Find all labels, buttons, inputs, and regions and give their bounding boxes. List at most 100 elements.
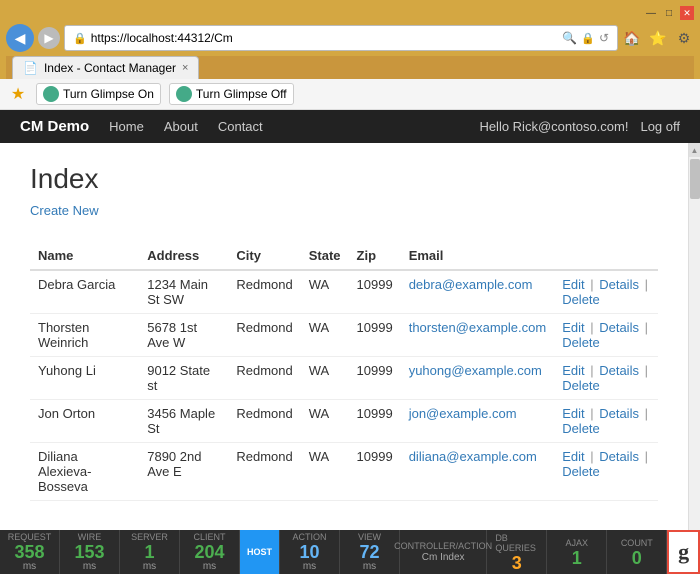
cell-address: 5678 1st Ave W <box>139 314 228 357</box>
action-value: 10 <box>299 543 319 561</box>
cell-name: Yuhong Li <box>30 357 139 400</box>
db-value: 3 <box>512 554 522 572</box>
address-bar[interactable]: 🔒 🔍 🔒 ↺ <box>64 25 618 51</box>
cell-state: WA <box>301 314 349 357</box>
star-icon[interactable]: ⭐ <box>648 28 668 48</box>
create-new-link[interactable]: Create New <box>30 203 99 218</box>
cell-name: Diliana Alexieva-Bosseva <box>30 443 139 501</box>
cell-zip: 10999 <box>349 314 401 357</box>
sep2: | <box>645 449 648 464</box>
cell-address: 3456 Maple St <box>139 400 228 443</box>
sep2: | <box>645 406 648 421</box>
server-value: 1 <box>144 543 154 561</box>
sep1: | <box>590 320 597 335</box>
app-brand: CM Demo <box>20 118 89 135</box>
details-link[interactable]: Details <box>599 363 639 378</box>
edit-link[interactable]: Edit <box>562 449 584 464</box>
delete-link[interactable]: Delete <box>562 292 600 307</box>
glimpse-on-button[interactable]: Turn Glimpse On <box>36 83 161 105</box>
delete-link[interactable]: Delete <box>562 464 600 479</box>
details-link[interactable]: Details <box>599 277 639 292</box>
action-stat: Action 10 ms <box>280 530 340 574</box>
details-link[interactable]: Details <box>599 449 639 464</box>
back-button[interactable]: ◀ <box>6 24 34 52</box>
cell-name: Debra Garcia <box>30 270 139 314</box>
minimize-button[interactable]: — <box>644 6 658 20</box>
controller-action-stat: Controller/Action Cm Index <box>400 530 487 574</box>
maximize-button[interactable]: □ <box>662 6 676 20</box>
request-stat: Request 358 ms <box>0 530 60 574</box>
cell-city: Redmond <box>228 400 300 443</box>
details-link[interactable]: Details <box>599 406 639 421</box>
logoff-link[interactable]: Log off <box>640 119 680 134</box>
edit-link[interactable]: Edit <box>562 277 584 292</box>
count-value: 0 <box>632 549 642 567</box>
user-greeting: Hello Rick@contoso.com! <box>479 119 628 134</box>
email-link[interactable]: jon@example.com <box>409 406 517 421</box>
scroll-up[interactable]: ▲ <box>689 143 700 157</box>
page-title: Index <box>30 163 658 195</box>
delete-link[interactable]: Delete <box>562 378 600 393</box>
cell-actions: Edit | Details | Delete <box>554 400 658 443</box>
cell-actions: Edit | Details | Delete <box>554 270 658 314</box>
sep1: | <box>590 406 597 421</box>
email-link[interactable]: yuhong@example.com <box>409 363 542 378</box>
cell-name: Jon Orton <box>30 400 139 443</box>
tab-favicon: 📄 <box>23 61 38 75</box>
nav-home[interactable]: Home <box>109 119 144 134</box>
col-actions <box>554 242 658 270</box>
cell-zip: 10999 <box>349 443 401 501</box>
close-button[interactable]: ✕ <box>680 6 694 20</box>
delete-link[interactable]: Delete <box>562 421 600 436</box>
details-link[interactable]: Details <box>599 320 639 335</box>
url-input[interactable] <box>91 31 559 45</box>
col-state: State <box>301 242 349 270</box>
cell-zip: 10999 <box>349 400 401 443</box>
scroll-thumb[interactable] <box>690 159 700 199</box>
wire-value: 153 <box>74 543 104 561</box>
controller-label: Controller/Action <box>394 541 492 551</box>
delete-link[interactable]: Delete <box>562 335 600 350</box>
home-icon[interactable]: 🏠 <box>622 28 642 48</box>
db-label: DB Queries <box>495 533 538 553</box>
host-badge-section: HOST <box>240 530 280 574</box>
cell-address: 1234 Main St SW <box>139 270 228 314</box>
action-label: Action <box>292 532 326 542</box>
active-tab[interactable]: 📄 Index - Contact Manager × <box>12 56 199 79</box>
sep1: | <box>590 277 597 292</box>
glimpse-on-icon <box>43 86 59 102</box>
action-unit: ms <box>303 561 316 572</box>
sep2: | <box>645 320 648 335</box>
server-unit: ms <box>143 561 156 572</box>
forward-button[interactable]: ▶ <box>38 27 60 49</box>
edit-link[interactable]: Edit <box>562 363 584 378</box>
client-unit: ms <box>203 561 216 572</box>
col-email: Email <box>401 242 554 270</box>
cell-email: yuhong@example.com <box>401 357 554 400</box>
request-label: Request <box>8 532 52 542</box>
glimpse-on-label: Turn Glimpse On <box>63 87 154 101</box>
glimpse-g-button[interactable]: g <box>667 530 700 574</box>
email-link[interactable]: debra@example.com <box>409 277 533 292</box>
col-zip: Zip <box>349 242 401 270</box>
sep1: | <box>590 363 597 378</box>
client-stat: Client 204 ms <box>180 530 240 574</box>
cell-address: 9012 State st <box>139 357 228 400</box>
wire-unit: ms <box>83 561 96 572</box>
ajax-label: AJAX <box>566 538 589 548</box>
glimpse-off-button[interactable]: Turn Glimpse Off <box>169 83 294 105</box>
edit-link[interactable]: Edit <box>562 320 584 335</box>
tab-close-button[interactable]: × <box>182 62 188 74</box>
cell-state: WA <box>301 270 349 314</box>
settings-icon[interactable]: ⚙ <box>674 28 694 48</box>
cell-zip: 10999 <box>349 357 401 400</box>
nav-about[interactable]: About <box>164 119 198 134</box>
request-unit: ms <box>23 561 36 572</box>
email-link[interactable]: diliana@example.com <box>409 449 537 464</box>
email-link[interactable]: thorsten@example.com <box>409 320 546 335</box>
nav-contact[interactable]: Contact <box>218 119 263 134</box>
scrollbar[interactable]: ▲ <box>688 143 700 530</box>
cell-state: WA <box>301 443 349 501</box>
refresh-icon[interactable]: ↺ <box>599 31 609 45</box>
edit-link[interactable]: Edit <box>562 406 584 421</box>
